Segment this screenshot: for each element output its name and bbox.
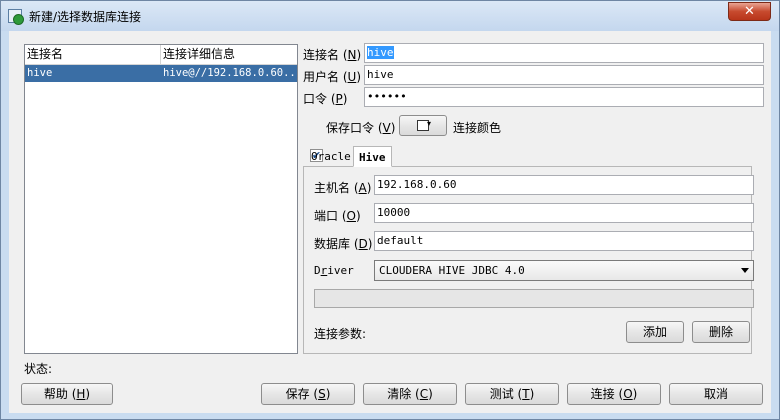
add-param-button[interactable]: 添加 [626,321,684,343]
username-label: 用户名 (U) [303,70,361,84]
connection-list-header: 连接名 连接详细信息 [25,45,297,65]
dialog-body: 连接名 连接详细信息 hive hive@//192.168.0.60... 状… [9,31,771,413]
driver-select[interactable]: CLOUDERA HIVE JDBC 4.0 [374,260,754,281]
title-bar[interactable]: 新建/选择数据库连接 ✕ [1,1,779,31]
connection-color-label: 连接颜色 [453,121,502,135]
connection-name-label: 连接名 (N) [303,48,362,62]
clear-button[interactable]: 清除 (C) [363,383,457,405]
save-button[interactable]: 保存 (S) [261,383,355,405]
connection-row-details: hive@//192.168.0.60... [163,67,297,79]
connection-row[interactable]: hive hive@//192.168.0.60... [25,65,297,82]
cancel-button[interactable]: 取消 [669,383,763,405]
host-label: 主机名 (A) [314,181,372,195]
connect-button[interactable]: 连接 (O) [567,383,661,405]
connection-row-name: hive [27,67,53,79]
chevron-down-icon [741,268,749,273]
username-input[interactable]: hive [364,65,764,85]
driver-select-value: CLOUDERA HIVE JDBC 4.0 [379,264,525,277]
connection-color-button[interactable]: ▾ [399,115,447,136]
connection-params-label: 连接参数: [314,327,367,341]
database-input[interactable]: default [374,231,754,251]
test-button[interactable]: 测试 (T) [465,383,559,405]
sql-developer-icon [8,9,24,25]
tab-hive[interactable]: Hive [353,146,392,167]
delete-param-button[interactable]: 删除 [692,321,750,343]
column-header-name[interactable]: 连接名 [25,45,161,64]
window-title: 新建/选择数据库连接 [29,10,142,24]
column-header-details[interactable]: 连接详细信息 [161,45,297,64]
database-label: 数据库 (D) [314,237,373,251]
password-input[interactable]: •••••• [364,87,764,107]
status-label: 状态: [24,362,53,376]
port-input[interactable]: 10000 [374,203,754,223]
dialog-window: 新建/选择数据库连接 ✕ 连接名 连接详细信息 hive hive@//192.… [0,0,780,420]
tab-oracle[interactable]: Oracle [306,146,356,167]
driver-label: Driver [314,264,354,277]
save-password-label[interactable]: 保存口令 (V) [326,119,395,136]
port-label: 端口 (O) [314,209,361,223]
help-button[interactable]: 帮助 (H) [21,383,113,405]
close-button[interactable]: ✕ [728,2,771,21]
status-progress-bar [314,289,754,308]
connection-list[interactable]: 连接名 连接详细信息 hive hive@//192.168.0.60... [24,44,298,354]
password-label: 口令 (P) [303,92,348,106]
connection-name-input[interactable]: hive [364,43,764,63]
dropdown-arrow-icon: ▾ [427,119,432,128]
connection-name-value: hive [367,46,394,59]
host-input[interactable]: 192.168.0.60 [374,175,754,195]
